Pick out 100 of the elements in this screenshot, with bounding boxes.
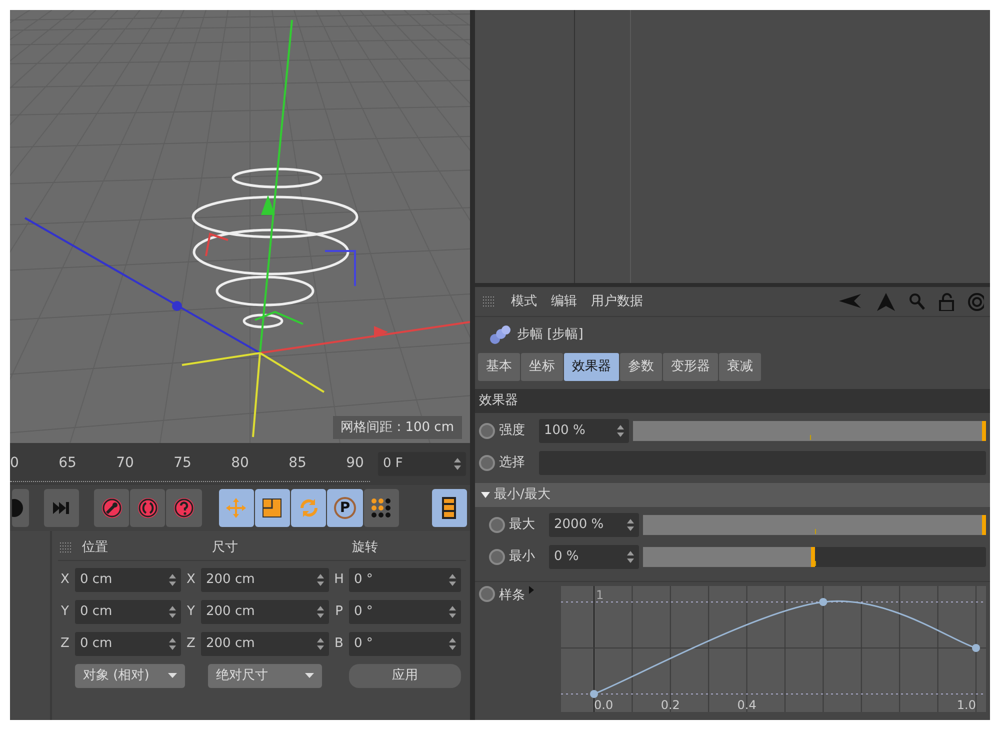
spinner-icon (317, 574, 324, 586)
value-field[interactable]: 100 % (539, 419, 629, 443)
field-label: 强度 (499, 422, 526, 440)
toolbar-button[interactable] (432, 489, 468, 527)
tab[interactable]: 坐标 (521, 353, 563, 381)
slider-track[interactable] (633, 421, 986, 441)
mode-dropdown[interactable]: 对象 (相对) (75, 664, 185, 688)
slider-thumb[interactable] (810, 547, 814, 567)
position-field[interactable]: 0 cm (75, 632, 181, 656)
menu-item[interactable]: 用户数据 (591, 292, 643, 312)
tab[interactable]: 基本 (478, 353, 520, 381)
animation-toggle[interactable] (479, 423, 495, 439)
curve-point[interactable] (590, 690, 598, 698)
axis-label: Y (60, 602, 70, 621)
tab[interactable]: 效果器 (564, 353, 619, 381)
help-icon (173, 497, 195, 519)
group-header[interactable]: 最小/最大 (475, 483, 990, 507)
axis-label: 0.2 (660, 698, 680, 712)
frame-number: 70 (116, 454, 134, 473)
viewport[interactable]: 网格间距 : 100 cm (10, 10, 470, 443)
size-field[interactable]: 200 cm (201, 632, 329, 656)
dot-grid-icon (370, 497, 392, 519)
caret-icon (481, 492, 490, 498)
spinner-icon (627, 519, 634, 531)
slider-thumb[interactable] (982, 421, 986, 441)
rotation-field[interactable]: 0 ° (349, 632, 461, 656)
frame-number: 85 (288, 454, 306, 473)
field-label: 选择 (499, 454, 526, 472)
column-header: 旋转 (352, 538, 378, 557)
section-header: 效果器 (475, 389, 990, 413)
expand-arrow-icon (529, 586, 534, 594)
axis-label: B (334, 634, 344, 653)
axis-label: H (333, 570, 345, 589)
lock-icon[interactable] (939, 292, 954, 310)
spinner-icon (454, 458, 461, 470)
autokey-icon (136, 497, 159, 519)
animation-toggle[interactable] (489, 549, 505, 565)
rotation-field[interactable]: 0 ° (349, 600, 461, 624)
curve-point[interactable] (819, 598, 828, 606)
spinner-icon (449, 574, 456, 586)
column-header: 尺寸 (212, 538, 239, 557)
toolbar-button[interactable] (130, 489, 166, 527)
position-field[interactable]: 0 cm (75, 568, 181, 592)
search-icon[interactable] (909, 292, 925, 310)
menu-item[interactable]: 模式 (511, 292, 537, 312)
spinner-icon (627, 551, 634, 563)
grid-spacing-label: 网格间距 : 100 cm (332, 416, 462, 439)
tab[interactable]: 衰减 (719, 353, 761, 381)
size-field[interactable]: 200 cm (201, 568, 329, 592)
scale-icon (261, 497, 284, 519)
toolbar-button[interactable]: P (327, 489, 363, 527)
slider-track[interactable] (643, 547, 986, 567)
animation-toggle[interactable] (479, 586, 495, 602)
spinner-icon (169, 606, 176, 618)
frame-ruler[interactable]: 0 65 70 75 80 85 90 (10, 446, 370, 482)
curve-point[interactable] (972, 644, 980, 652)
axis-label: 1 (596, 588, 604, 602)
tab[interactable]: 参数 (620, 353, 662, 381)
frame-field[interactable]: 0 F (378, 452, 466, 476)
slider-thumb[interactable] (982, 515, 986, 535)
spinner-icon (317, 606, 324, 618)
mode-dropdown[interactable]: 绝对尺寸 (208, 664, 322, 688)
value-field[interactable]: 0 % (549, 545, 639, 569)
caret-icon (168, 673, 177, 678)
toolbar-button[interactable] (94, 489, 130, 527)
center-tick (814, 561, 816, 566)
slider-track[interactable] (643, 515, 986, 535)
frame-number: 80 (231, 454, 249, 473)
menu-item[interactable]: 编辑 (551, 292, 577, 312)
tab[interactable]: 变形器 (663, 353, 718, 381)
size-field[interactable]: 200 cm (201, 600, 329, 624)
animation-toggle[interactable] (489, 517, 505, 533)
toolbar-button[interactable] (166, 489, 202, 527)
axis-label: Z (186, 634, 196, 653)
object-name: 步幅 [步幅] (517, 326, 584, 344)
frame-number: 75 (174, 454, 192, 473)
frame-number: 90 (346, 454, 364, 473)
back-arrow-icon[interactable] (839, 292, 863, 310)
toolbar-button[interactable] (364, 489, 399, 527)
animation-toggle[interactable] (479, 455, 495, 471)
up-arrow-icon[interactable] (877, 292, 895, 310)
toolbar-button[interactable] (254, 489, 290, 527)
axis-label: X (186, 570, 196, 589)
spinner-icon (617, 425, 624, 437)
frame-number: 0 (10, 454, 19, 473)
field-label: 最大 (509, 516, 536, 534)
column-header: 位置 (82, 538, 109, 557)
rotate-icon (298, 497, 320, 519)
spinner-icon (317, 638, 324, 650)
move-icon (225, 497, 248, 519)
target-icon[interactable] (968, 292, 984, 310)
apply-button[interactable]: 应用 (349, 664, 461, 688)
field-label: 样条 (499, 587, 525, 605)
key-icon (100, 497, 123, 519)
axis-label: X (60, 570, 70, 589)
axis-label: P (334, 602, 344, 621)
rotation-field[interactable]: 0 ° (349, 568, 461, 592)
position-field[interactable]: 0 cm (75, 600, 181, 624)
value-field[interactable]: 2000 % (549, 513, 639, 537)
grip-icon (481, 294, 497, 308)
